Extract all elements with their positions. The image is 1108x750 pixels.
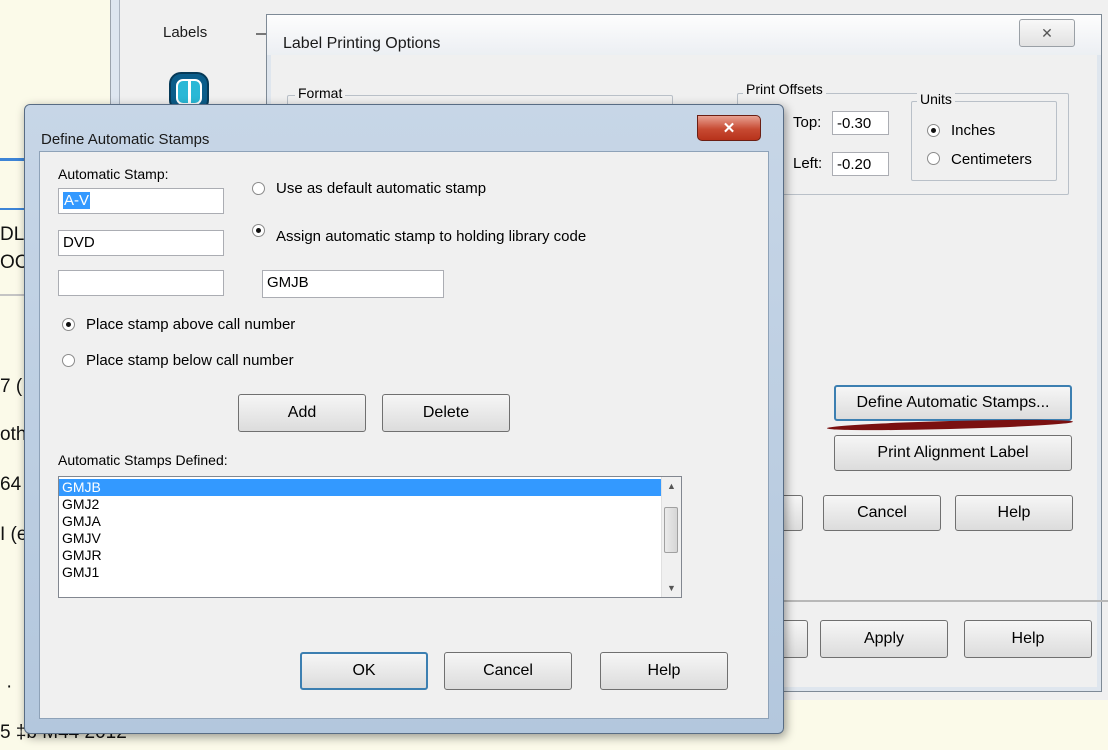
units-centimeters-label: Centimeters xyxy=(951,151,1032,168)
stamp-line-1-input[interactable]: A-V xyxy=(58,188,224,214)
top-offset-label: Top: xyxy=(793,114,822,131)
close-icon: ✕ xyxy=(722,120,736,137)
format-group-label: Format xyxy=(295,85,346,101)
left-offset-input[interactable] xyxy=(832,152,889,176)
das-help-button[interactable]: Help xyxy=(600,652,728,690)
units-inches-label: Inches xyxy=(951,122,996,139)
list-item[interactable]: GMJB xyxy=(59,479,661,496)
place-below-radio[interactable] xyxy=(62,354,75,367)
place-below-label: Place stamp below call number xyxy=(86,352,294,369)
list-item[interactable]: GMJA xyxy=(59,513,681,530)
define-automatic-stamps-button[interactable]: Define Automatic Stamps... xyxy=(834,385,1072,421)
lpo-cancel-button[interactable]: Cancel xyxy=(823,495,941,531)
scroll-down-icon[interactable]: ▼ xyxy=(662,579,681,597)
units-group xyxy=(911,101,1057,181)
labels-help-button[interactable]: Help xyxy=(964,620,1092,658)
define-automatic-stamps-dialog: Define Automatic Stamps ✕ Automatic Stam… xyxy=(24,104,784,734)
add-stamp-button[interactable]: Add xyxy=(238,394,366,432)
stamp-line-1-value: A-V xyxy=(63,192,91,209)
lpo-close-button[interactable]: ✕ xyxy=(1019,19,1075,47)
background-text-fragment: DL xyxy=(0,224,25,245)
stamps-list: GMJB GMJ2 GMJA GMJV GMJR GMJ1 xyxy=(59,477,681,581)
das-title: Define Automatic Stamps xyxy=(41,131,210,148)
delete-stamp-button[interactable]: Delete xyxy=(382,394,510,432)
use-default-radio[interactable] xyxy=(252,182,265,195)
library-code-input[interactable]: GMJB xyxy=(262,270,444,298)
scroll-up-icon[interactable]: ▲ xyxy=(662,477,681,495)
stamp-line-3-input[interactable] xyxy=(58,270,224,296)
das-client-area: Automatic Stamp: A-V DVD Use as default … xyxy=(39,151,769,719)
lpo-title: Label Printing Options xyxy=(283,35,441,52)
labels-apply-button[interactable]: Apply xyxy=(820,620,948,658)
background-text-fragment: 7 ( xyxy=(0,376,23,397)
automatic-stamp-label: Automatic Stamp: xyxy=(58,166,169,182)
labels-title: Labels xyxy=(163,24,208,41)
background-text-fragment: oth xyxy=(0,424,27,445)
print-alignment-label-button[interactable]: Print Alignment Label xyxy=(834,435,1072,471)
background-text-fragment: 64 xyxy=(0,474,22,495)
units-centimeters-radio[interactable] xyxy=(927,152,940,165)
list-item[interactable]: GMJ2 xyxy=(59,496,681,513)
stamps-defined-listbox[interactable]: GMJB GMJ2 GMJA GMJV GMJR GMJ1 ▲ ▼ xyxy=(58,476,682,598)
das-cancel-button[interactable]: Cancel xyxy=(444,652,572,690)
lpo-help-button[interactable]: Help xyxy=(955,495,1073,531)
assign-library-code-label: Assign automatic stamp to holding librar… xyxy=(276,228,587,245)
use-default-label: Use as default automatic stamp xyxy=(276,180,487,197)
scroll-thumb[interactable] xyxy=(664,507,678,553)
list-item[interactable]: GMJ1 xyxy=(59,564,681,581)
das-close-button[interactable]: ✕ xyxy=(697,115,761,141)
top-offset-input[interactable] xyxy=(832,111,889,135)
list-item[interactable]: GMJR xyxy=(59,547,681,564)
background-text-fragment: · xyxy=(6,676,13,697)
list-item[interactable]: GMJV xyxy=(59,530,681,547)
stamp-line-2-input[interactable]: DVD xyxy=(58,230,224,256)
assign-library-code-radio[interactable] xyxy=(252,224,265,237)
place-above-label: Place stamp above call number xyxy=(86,316,296,333)
print-offsets-label: Print Offsets xyxy=(743,81,826,97)
close-icon: ✕ xyxy=(1041,24,1053,41)
units-group-label: Units xyxy=(917,91,955,107)
left-offset-label: Left: xyxy=(793,155,823,172)
das-ok-button[interactable]: OK xyxy=(300,652,428,690)
stamps-list-scrollbar[interactable]: ▲ ▼ xyxy=(661,477,681,597)
stamps-defined-label: Automatic Stamps Defined: xyxy=(58,452,228,468)
place-above-radio[interactable] xyxy=(62,318,75,331)
units-inches-radio[interactable] xyxy=(927,124,940,137)
